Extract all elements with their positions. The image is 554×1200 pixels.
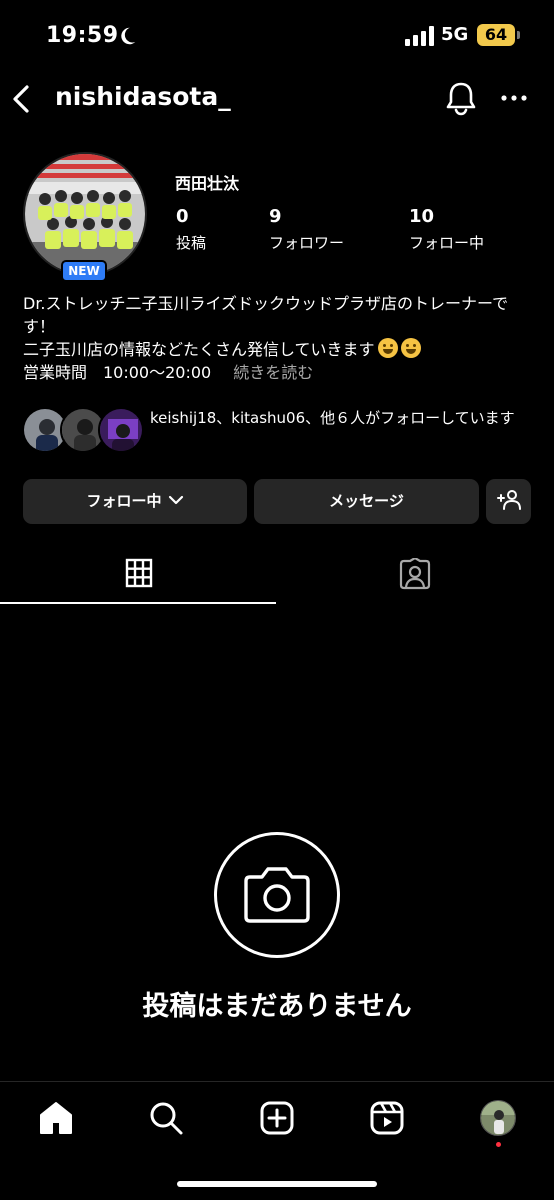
tab-posts-grid[interactable] xyxy=(0,545,277,605)
bio-line-hours: 営業時間 10:00〜20:00 続きを読む xyxy=(23,361,533,384)
bottom-navigation xyxy=(0,1081,554,1200)
camera-icon xyxy=(244,867,310,923)
home-icon[interactable] xyxy=(38,1100,74,1136)
tab-tagged[interactable] xyxy=(277,545,554,605)
chevron-down-icon xyxy=(168,495,183,505)
signal-icon xyxy=(405,26,434,46)
tagged-icon xyxy=(399,558,431,590)
following-button[interactable]: フォロー中 xyxy=(23,479,247,524)
stat-following-count: 10 xyxy=(409,206,435,227)
create-icon[interactable] xyxy=(259,1100,295,1136)
rofl-emoji-icon xyxy=(377,338,398,358)
profile-avatar[interactable] xyxy=(23,152,147,276)
reels-icon[interactable] xyxy=(369,1100,405,1136)
bell-icon[interactable] xyxy=(444,80,478,116)
status-bar: 19:59 5G 64 xyxy=(0,0,554,72)
stat-followers-label: フォロワー xyxy=(269,234,345,252)
grid-icon xyxy=(125,558,153,588)
bio-line-text: 二子玉川店の情報などたくさん発信していきます xyxy=(23,340,375,359)
message-button[interactable]: メッセージ xyxy=(254,479,479,524)
profile-avatar-container[interactable]: NEW xyxy=(23,152,147,282)
battery-tip xyxy=(517,31,520,39)
suggested-users-button[interactable] xyxy=(486,479,531,524)
profile-tab-avatar[interactable] xyxy=(480,1100,516,1136)
profile-tabs xyxy=(0,545,554,605)
status-time: 19:59 xyxy=(46,23,119,48)
home-indicator xyxy=(177,1181,377,1187)
mutual-follower-avatar xyxy=(98,407,144,453)
bio-hours-text: 営業時間 10:00〜20:00 xyxy=(23,363,212,382)
mutual-followers-text: keishij18、kitashu06、他６人がフォローしています xyxy=(150,409,515,427)
profile-header: nishidasota_ xyxy=(0,72,554,128)
empty-state-text: 投稿はまだありません xyxy=(142,991,412,1022)
laughing-emoji-icon xyxy=(400,338,421,358)
bio-line-with-emoji: 二子玉川店の情報などたくさん発信していきます xyxy=(23,338,533,361)
bio-line: す！ xyxy=(23,317,56,336)
stat-posts-label: 投稿 xyxy=(176,234,207,252)
profile-bio: Dr.ストレッチ二子玉川ライズドックウッドプラザ店のトレーナーで す！ 二子玉川… xyxy=(23,292,533,384)
battery-indicator: 64 xyxy=(477,24,515,46)
read-more-link[interactable]: 続きを読む xyxy=(233,363,313,382)
stat-following[interactable]: 10 フォロー中 xyxy=(409,206,484,253)
display-name: 西田壮汰 xyxy=(175,174,240,193)
network-label: 5G xyxy=(441,24,469,45)
search-icon[interactable] xyxy=(148,1100,184,1136)
message-button-label: メッセージ xyxy=(329,492,404,510)
mutual-followers[interactable]: keishij18、kitashu06、他６人がフォローしています xyxy=(22,405,542,457)
notification-dot xyxy=(496,1142,501,1147)
username: nishidasota_ xyxy=(55,82,231,111)
moon-icon xyxy=(121,27,136,45)
stat-posts-count: 0 xyxy=(176,206,189,227)
add-person-icon xyxy=(496,489,521,510)
stat-followers-count: 9 xyxy=(269,206,282,227)
back-icon[interactable] xyxy=(10,84,34,114)
stat-followers[interactable]: 9 フォロワー xyxy=(269,206,344,253)
following-button-label: フォロー中 xyxy=(86,492,162,510)
camera-circle xyxy=(214,832,340,958)
more-icon[interactable] xyxy=(500,88,528,108)
stat-following-label: フォロー中 xyxy=(409,234,485,252)
active-tab-indicator xyxy=(0,602,276,604)
new-badge: NEW xyxy=(61,260,107,282)
bio-line: Dr.ストレッチ二子玉川ライズドックウッドプラザ店のトレーナーで xyxy=(23,294,509,313)
stat-posts[interactable]: 0 投稿 xyxy=(176,206,206,253)
